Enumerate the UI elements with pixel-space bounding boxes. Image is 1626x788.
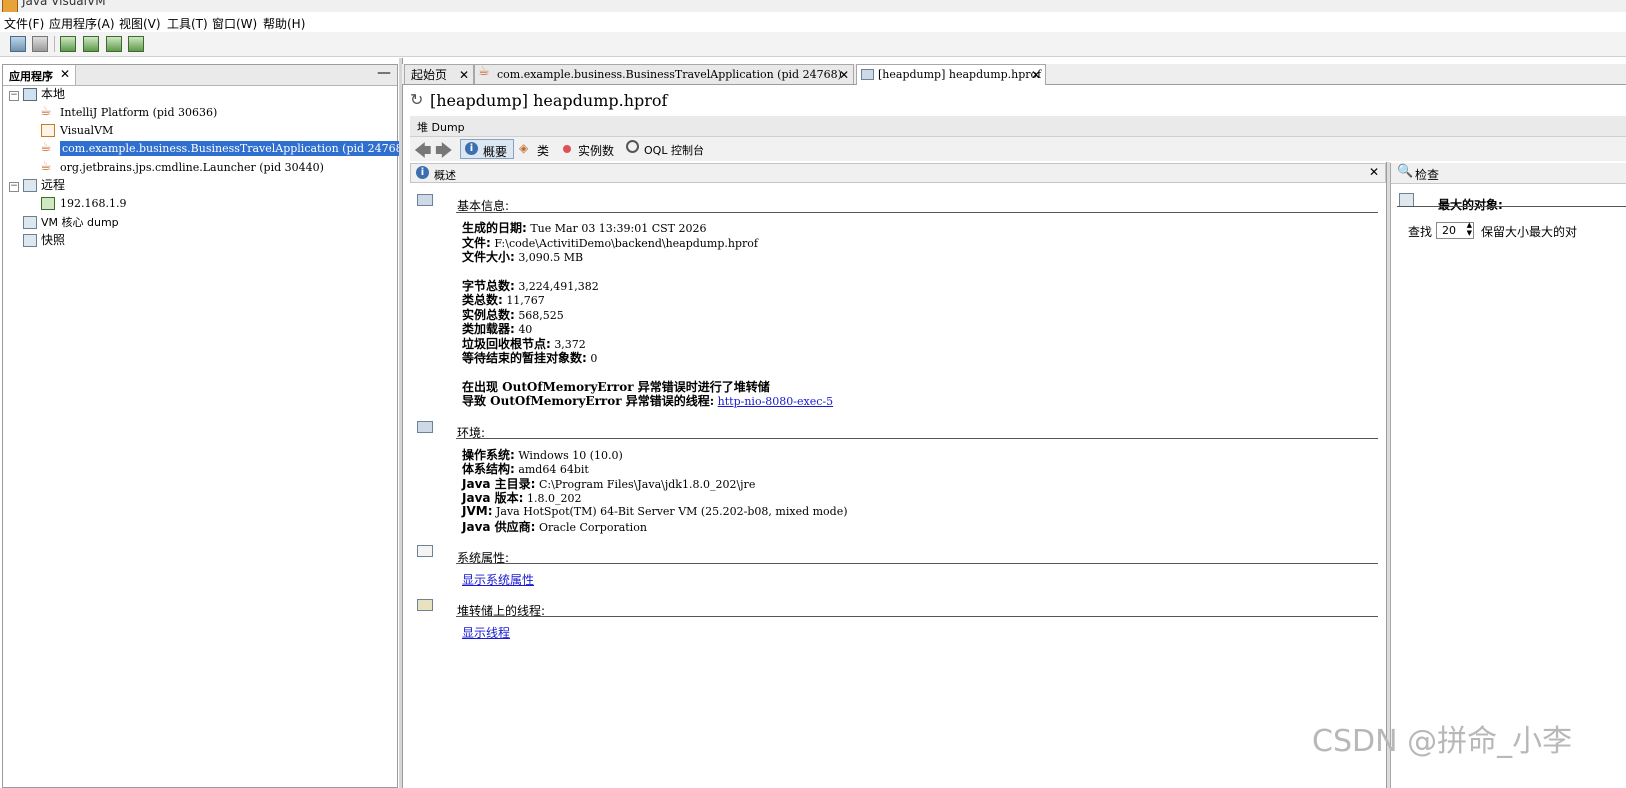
oom-thread-link[interactable]: http-nio-8080-exec-5 [718,395,833,408]
tab-heapdump[interactable]: [heapdump] heapdump.hprof ✕ [856,64,1046,85]
toolbar-separator [54,36,55,52]
env-jvm: JVM: Java HotSpot(TM) 64-Bit Server VM (… [462,504,848,518]
computer-icon [23,88,37,101]
heap-dump-label: 堆 Dump [417,121,465,134]
heapdump-subbar: 堆 Dump [410,116,1626,137]
add-snapshot-icon[interactable] [128,36,144,52]
section-divider [456,616,1378,617]
document-tabs: 起始页 ✕ com.example.business.BusinessTrave… [402,64,1626,85]
visualvm-icon [41,124,55,137]
overview-header: i 概述 ✕ [410,163,1386,183]
threads-icon [417,599,433,611]
open-file-icon[interactable] [10,36,26,52]
search-objects-icon [1399,193,1414,207]
add-vm-coredump-icon[interactable] [106,36,122,52]
info-file-size: 文件大小: 3,090.5 MB [462,250,584,264]
menu-file[interactable]: 文件(F) [4,15,44,32]
tree-item-intellij[interactable]: IntelliJ Platform (pid 30636) [40,103,217,121]
menu-window[interactable]: 窗口(W) [212,15,257,32]
toolbar [0,32,1626,57]
java-process-icon [40,103,55,120]
menu-bar: 文件(F) 应用程序(A) 视图(V) 工具(T) 窗口(W) 帮助(H) [0,12,1626,32]
app-icon [2,0,18,12]
summary-button[interactable]: i 概要 [460,139,514,159]
instances-button[interactable]: 实例数 [561,139,621,159]
tree-node-remote[interactable]: 远程 [23,177,65,194]
tree-item-jps-launcher[interactable]: org.jetbrains.jps.cmdline.Launcher (pid … [40,158,324,176]
section-divider [456,438,1378,439]
java-process-icon [40,158,55,175]
section-divider [456,212,1378,213]
show-system-properties-link[interactable]: 显示系统属性 [462,571,534,588]
info-icon: i [416,166,429,179]
close-icon[interactable]: ✕ [1031,65,1041,85]
remote-host-icon [23,179,37,192]
magnifier-icon: 🔍 [1397,164,1414,179]
applications-tab[interactable]: 应用程序 ✕ [3,65,76,85]
basic-info-icon [417,194,433,206]
applications-tab-header: 应用程序 ✕ — [3,65,397,86]
java-process-icon [40,139,55,156]
classes-icon: ◈ [519,141,529,155]
save-icon[interactable] [32,36,48,52]
info-oom-thread: 导致 OutOfMemoryError 异常错误的线程: http-nio-80… [462,394,834,408]
tree-item-remote-host[interactable]: 192.168.1.9 [41,195,126,212]
find-label: 查找 [1408,225,1433,239]
inspect-header: 🔍 检查 [1391,163,1626,184]
tree-item-visualvm[interactable]: VisualVM [41,122,113,139]
retained-size-label: 保留大小最大的对 [1481,225,1578,239]
object-count-spinner[interactable]: 20 ▲ ▼ [1436,221,1474,239]
instances-icon [563,145,571,153]
collapse-remote-icon[interactable]: − [9,182,19,192]
collapse-local-icon[interactable]: − [9,91,19,101]
close-icon[interactable]: ✕ [1369,165,1379,179]
menu-help[interactable]: 帮助(H) [263,15,305,32]
close-icon[interactable]: ✕ [839,65,849,84]
loading-spinner-icon: ↻ [410,90,424,109]
menu-tools[interactable]: 工具(T) [167,15,208,32]
oql-icon [626,140,639,153]
add-remote-host-icon[interactable] [83,36,99,52]
section-divider [456,563,1378,564]
java-process-icon [478,65,493,82]
tree-node-vm-coredump[interactable]: VM 核心 dump [23,214,119,231]
spinner-arrows-icon[interactable]: ▲ ▼ [1467,221,1472,237]
close-icon[interactable]: ✕ [60,67,70,81]
applications-panel: 应用程序 ✕ — − 本地 IntelliJ Platform (pid 306… [2,64,409,788]
classes-button[interactable]: ◈ 类 [518,139,558,159]
tree-item-business-app[interactable]: com.example.business.BusinessTravelAppli… [40,139,409,157]
info-pending-finalization: 等待结束的暂挂对象数: 0 [462,351,598,365]
heapdump-title: [heapdump] heapdump.hprof [430,91,668,110]
heapdump-icon [861,69,874,80]
oql-console-button[interactable]: OQL 控制台 [624,139,710,159]
section-divider [1397,206,1626,207]
env-java-vendor: Java 供应商: Oracle Corporation [462,520,647,534]
system-properties-icon [417,545,433,557]
host-icon [41,197,55,210]
menu-application[interactable]: 应用程序(A) [49,15,115,32]
inspect-panel: 🔍 检查 最大的对象: 查找 保留大小最大的对 [1390,163,1626,788]
minimize-icon[interactable]: — [377,65,391,81]
add-jmx-connection-icon[interactable] [60,36,76,52]
view-nav-bar: 🡄 🡆 i 概要 ◈ 类 实例数 OQL 控制台 [410,137,1626,161]
tab-start-page[interactable]: 起始页 ✕ [404,64,474,84]
info-icon: i [465,142,478,155]
tree-node-snapshot[interactable]: 快照 [23,232,65,249]
environment-icon [417,421,433,433]
tab-business-app[interactable]: com.example.business.BusinessTravelAppli… [474,64,854,84]
coredump-icon [23,216,37,229]
window-title: Java VisualVM [22,0,106,8]
watermark: CSDN @拼命_小李 [1312,724,1573,759]
show-threads-link[interactable]: 显示线程 [462,624,510,641]
tree-node-local[interactable]: 本地 [23,86,65,103]
title-bar: Java VisualVM [0,0,1626,12]
applications-tab-label: 应用程序 [9,70,53,83]
close-icon[interactable]: ✕ [459,65,469,84]
largest-objects-title: 最大的对象: [1438,198,1503,212]
menu-view[interactable]: 视图(V) [119,15,161,32]
snapshot-icon [23,234,37,247]
